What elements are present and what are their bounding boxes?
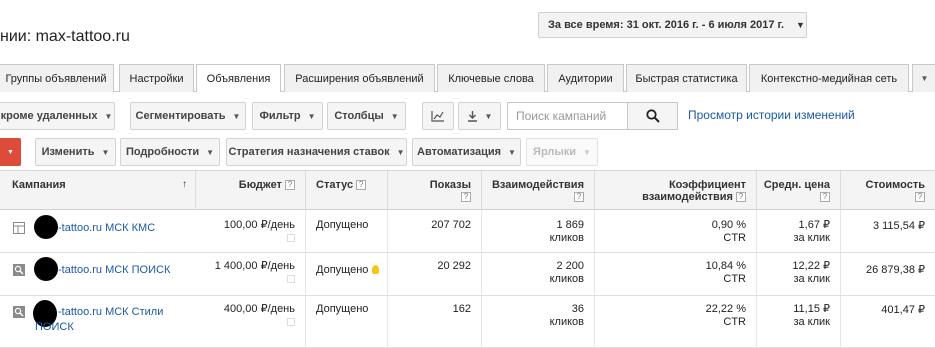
redaction-mark <box>34 215 58 239</box>
chevron-down-icon: ▼ <box>206 147 215 157</box>
chevron-down-icon: ▼ <box>920 74 929 83</box>
search-button[interactable] <box>627 102 678 130</box>
avg-cost-cell: 12,22 ₽ за клик <box>757 253 841 295</box>
column-header-budget[interactable]: Бюджет ? <box>196 171 306 210</box>
tab-keywords[interactable]: Ключевые слова <box>437 64 545 92</box>
display-campaign-icon <box>13 222 25 234</box>
chart-toggle-button[interactable] <box>422 102 454 130</box>
chevron-down-icon: ▼ <box>508 147 516 157</box>
chevron-down-icon: ▼ <box>484 111 493 121</box>
date-range-label: За все время: 31 окт. 2016 г. - 6 июля 2… <box>548 19 785 31</box>
details-dropdown[interactable]: Подробности ▼ <box>120 138 220 166</box>
table-row: -tattoo.ru МСК Стили ПОИСК 400,00 ₽/день… <box>0 296 935 348</box>
edit-budget-icon[interactable] <box>287 234 295 242</box>
lightbulb-icon[interactable] <box>372 265 380 274</box>
campaign-name-link[interactable]: -tattoo.ru МСК КМС <box>58 210 196 252</box>
impressions-cell: 207 702 <box>388 210 482 252</box>
column-header-impressions[interactable]: Показы ? <box>388 171 482 210</box>
status-cell: Допущено <box>306 253 388 295</box>
interactions-cell: 2 200 кликов <box>482 253 595 295</box>
edit-budget-icon[interactable] <box>287 318 295 326</box>
chevron-down-icon: ▼ <box>101 147 110 157</box>
chevron-down-icon: ▼ <box>7 148 14 156</box>
status-cell: Допущено <box>306 296 388 347</box>
campaign-name-link-line2[interactable]: ПОИСК <box>35 320 74 334</box>
sort-arrow-up-icon: ↑ <box>182 179 187 190</box>
edit-dropdown[interactable]: Изменить ▼ <box>35 138 116 166</box>
help-icon[interactable]: ? <box>461 192 471 203</box>
change-history-link[interactable]: Просмотр истории изменений <box>688 108 855 122</box>
line-chart-icon <box>431 111 444 122</box>
interaction-rate-cell: 10,84 % CTR <box>595 253 757 295</box>
filter-dropdown[interactable]: Фильтр ▼ <box>252 102 323 130</box>
download-icon <box>467 111 477 122</box>
interactions-cell: 1 869 кликов <box>482 210 595 252</box>
date-range-button[interactable]: За все время: 31 окт. 2016 г. - 6 июля 2… <box>538 12 807 38</box>
search-campaign-icon <box>13 306 25 318</box>
chevron-down-icon: ▼ <box>104 111 113 121</box>
interactions-cell: 36 кликов <box>482 296 595 347</box>
help-icon[interactable]: ? <box>915 192 925 203</box>
impressions-cell: 20 292 <box>388 253 482 295</box>
redaction-mark <box>34 257 58 281</box>
page-title: нии: max-tattoo.ru <box>0 28 130 45</box>
cost-cell: 401,47 ₽ <box>881 304 925 316</box>
column-header-cost[interactable]: Стоимость ? <box>841 171 935 210</box>
table-header: Кампания ↑ Бюджет ? Статус ? Показы ? Вз… <box>0 170 935 210</box>
table-row: -tattoo.ru МСК КМС 100,00 ₽/день Допущен… <box>0 210 935 253</box>
chevron-down-icon: ▼ <box>307 111 316 121</box>
interaction-rate-cell: 22,22 % CTR <box>595 296 757 347</box>
automation-dropdown[interactable]: Автоматизация ▼ <box>412 138 521 166</box>
tab-display-network[interactable]: Контекстно-медийная сеть <box>749 64 909 92</box>
chevron-down-icon: ▼ <box>390 111 399 121</box>
chevron-down-icon: ▼ <box>796 20 805 30</box>
interaction-rate-cell: 0,90 % CTR <box>595 210 757 252</box>
status-filter-dropdown[interactable]: кроме удаленных ▼ <box>0 102 115 130</box>
tab-settings[interactable]: Настройки <box>119 64 194 92</box>
avg-cost-cell: 11,15 ₽ за клик <box>757 296 841 347</box>
status-cell: Допущено <box>306 210 388 252</box>
column-header-interactions[interactable]: Взаимодействия ? <box>482 171 595 210</box>
column-header-campaign[interactable]: Кампания ↑ <box>0 171 196 210</box>
tab-ad-groups[interactable]: Группы объявлений <box>0 64 114 92</box>
help-icon[interactable]: ? <box>574 192 584 203</box>
edit-budget-icon[interactable] <box>287 275 295 283</box>
column-header-status[interactable]: Статус ? <box>306 171 388 210</box>
tab-ad-extensions[interactable]: Расширения объявлений <box>284 64 435 92</box>
search-campaign-icon <box>13 264 25 276</box>
chevron-down-icon: ▼ <box>396 147 405 157</box>
budget-cell[interactable]: 100,00 ₽/день <box>196 210 306 252</box>
chevron-down-icon: ▼ <box>583 147 591 157</box>
campaign-name-link[interactable]: -tattoo.ru МСК Стили <box>58 296 196 347</box>
tab-more[interactable]: ▼ <box>912 64 935 92</box>
cost-cell: 3 115,54 ₽ <box>872 220 925 232</box>
budget-cell[interactable]: 1 400,00 ₽/день <box>196 253 306 295</box>
column-header-avg-cost[interactable]: Средн. цена ? <box>757 171 841 210</box>
bid-strategy-dropdown[interactable]: Стратегия назначения ставок ▼ <box>226 138 407 166</box>
tab-audiences[interactable]: Аудитории <box>547 64 624 92</box>
help-icon[interactable]: ? <box>820 192 830 203</box>
column-header-interaction-rate[interactable]: Коэффициент взаимодействия ? <box>595 171 757 210</box>
cost-cell: 26 879,38 ₽ <box>866 264 925 276</box>
campaign-name-link[interactable]: -tattoo.ru МСК ПОИСК <box>58 253 196 295</box>
segment-dropdown[interactable]: Сегментировать ▼ <box>130 102 246 130</box>
tab-bar: Группы объявлений Настройки Объявления Р… <box>0 64 935 92</box>
help-icon[interactable]: ? <box>356 180 367 191</box>
help-icon[interactable]: ? <box>736 192 746 203</box>
columns-dropdown[interactable]: Столбцы ▼ <box>327 102 406 130</box>
add-button[interactable]: ▼ <box>0 138 21 166</box>
impressions-cell: 162 <box>388 296 482 347</box>
help-icon[interactable]: ? <box>285 180 295 191</box>
tab-ads[interactable]: Объявления <box>196 64 281 92</box>
search-input[interactable] <box>507 102 628 130</box>
tab-quick-stats[interactable]: Быстрая статистика <box>626 64 747 92</box>
table-row: -tattoo.ru МСК ПОИСК 1 400,00 ₽/день Доп… <box>0 253 935 296</box>
chevron-down-icon: ▼ <box>232 111 241 121</box>
avg-cost-cell: 1,67 ₽ за клик <box>757 210 841 252</box>
download-dropdown[interactable]: ▼ <box>458 102 501 130</box>
search-icon <box>645 109 660 123</box>
labels-dropdown[interactable]: Ярлыки ▼ <box>526 138 598 166</box>
